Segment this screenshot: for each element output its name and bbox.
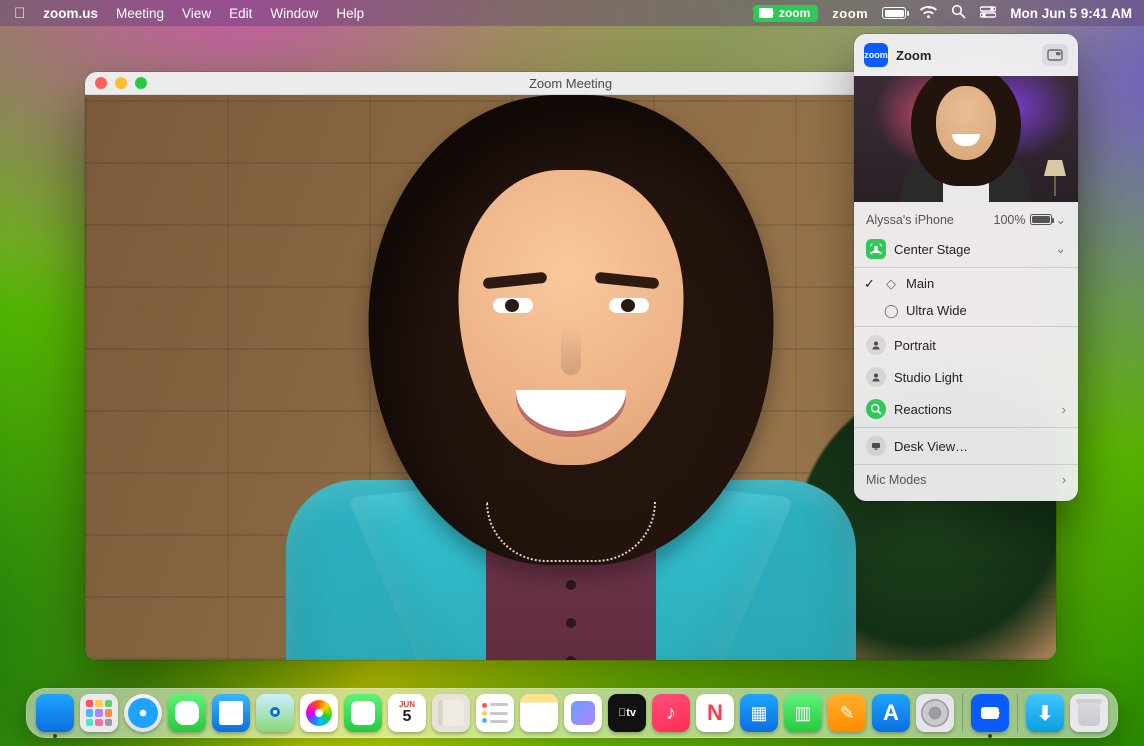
effect-portrait[interactable]: Portrait	[854, 329, 1078, 361]
dock-app-facetime[interactable]	[344, 694, 382, 732]
dock-app-maps[interactable]	[256, 694, 294, 732]
dock-app-pages[interactable]: ✎	[828, 694, 866, 732]
lens-ultrawide-label: Ultra Wide	[906, 303, 967, 318]
dock-app-tv[interactable]: tv	[608, 694, 646, 732]
chevron-right-icon: ›	[1062, 402, 1066, 417]
lens-wide-icon: ◯	[884, 303, 898, 319]
presenter-figure	[251, 95, 891, 660]
reactions-label: Reactions	[894, 402, 952, 417]
menu-app-name[interactable]: zoom.us	[43, 6, 98, 21]
camera-in-use-pill[interactable]: zoom	[753, 5, 818, 22]
center-stage-row[interactable]: Center Stage ⌄	[854, 233, 1078, 265]
dock-app-freeform[interactable]	[564, 694, 602, 732]
dock-app-launchpad[interactable]	[80, 694, 118, 732]
dock-separator	[1017, 694, 1018, 732]
menu-window[interactable]: Window	[270, 6, 318, 21]
zoom-app-icon: zoom	[864, 43, 888, 67]
menubar:  zoom.us Meeting View Edit Window Help …	[0, 0, 1144, 26]
battery-icon	[1030, 214, 1052, 225]
menu-help[interactable]: Help	[336, 6, 364, 21]
dock-separator	[962, 694, 963, 732]
dock-app-photos[interactable]	[300, 694, 338, 732]
portrait-icon	[866, 335, 886, 355]
lens-main-label: Main	[906, 276, 934, 291]
dock-app-contacts[interactable]	[432, 694, 470, 732]
control-center-icon[interactable]	[980, 6, 996, 21]
dock-app-mail[interactable]	[212, 694, 250, 732]
desk-view-icon	[866, 436, 886, 456]
dock-app-news[interactable]: N	[696, 694, 734, 732]
studio-light-icon	[866, 367, 886, 387]
dock-app-messages[interactable]	[168, 694, 206, 732]
dock: JUN5 tv ♪ N ▦ ▥ ✎ A ⬇	[26, 688, 1118, 738]
effect-studio-light[interactable]: Studio Light	[854, 361, 1078, 393]
dock-app-numbers[interactable]: ▥	[784, 694, 822, 732]
chevron-right-icon: ›	[1062, 473, 1066, 487]
studio-light-label: Studio Light	[894, 370, 963, 385]
mic-modes-label: Mic Modes	[866, 473, 926, 487]
dock-app-keynote[interactable]: ▦	[740, 694, 778, 732]
dock-stack-downloads[interactable]: ⬇	[1026, 694, 1064, 732]
popover-expand-button[interactable]	[1042, 44, 1068, 66]
zoom-menubar-extra[interactable]: zoom	[832, 6, 868, 21]
dock-trash[interactable]	[1070, 694, 1108, 732]
self-preview-figure	[886, 76, 1046, 202]
lens-option-main[interactable]: ✓ ◇ Main	[854, 270, 1078, 297]
dock-app-appstore[interactable]: A	[872, 694, 910, 732]
camera-pill-label: zoom	[779, 6, 810, 20]
desk-view-row[interactable]: Desk View…	[854, 430, 1078, 462]
dock-app-settings[interactable]	[916, 694, 954, 732]
battery-status-icon[interactable]	[882, 7, 906, 19]
menubar-clock[interactable]: Mon Jun 5 9:41 AM	[1010, 6, 1132, 21]
portrait-label: Portrait	[894, 338, 936, 353]
checkmark-icon: ✓	[864, 276, 875, 292]
popover-app-name: Zoom	[896, 48, 931, 63]
wifi-icon[interactable]	[920, 6, 937, 21]
video-camera-icon	[759, 8, 773, 18]
dock-app-music[interactable]: ♪	[652, 694, 690, 732]
center-stage-label: Center Stage	[894, 242, 971, 257]
calendar-day: 5	[403, 709, 412, 725]
dock-app-calendar[interactable]: JUN5	[388, 694, 426, 732]
mic-modes-row[interactable]: Mic Modes ›	[854, 467, 1078, 497]
menu-edit[interactable]: Edit	[229, 6, 252, 21]
lens-option-ultrawide[interactable]: ◯ Ultra Wide	[854, 297, 1078, 324]
dock-app-zoom[interactable]	[971, 694, 1009, 732]
continuity-device-row[interactable]: Alyssa's iPhone 100% ⌄	[854, 206, 1078, 233]
dock-app-notes[interactable]	[520, 694, 558, 732]
desk-view-label: Desk View…	[894, 439, 968, 454]
chevron-down-icon: ⌄	[1055, 241, 1066, 257]
menu-meeting[interactable]: Meeting	[116, 6, 164, 21]
running-indicator-dot	[988, 734, 992, 738]
chevron-down-icon: ⌄	[1056, 212, 1066, 227]
video-effects-popover: zoom Zoom Alyssa's iPhone 100% ⌄ Center …	[854, 34, 1078, 501]
apple-menu-icon[interactable]: 	[14, 5, 25, 22]
device-battery-pct: 100%	[994, 213, 1026, 227]
center-stage-icon	[866, 239, 886, 259]
running-indicator-dot	[53, 734, 57, 738]
device-name: Alyssa's iPhone	[866, 213, 954, 227]
dock-app-safari[interactable]	[124, 694, 162, 732]
lens-icon: ◇	[884, 276, 898, 292]
self-preview-thumbnail	[854, 76, 1078, 202]
reactions-icon	[866, 399, 886, 419]
menu-view[interactable]: View	[182, 6, 211, 21]
dock-app-reminders[interactable]	[476, 694, 514, 732]
dock-app-finder[interactable]	[36, 694, 74, 732]
effect-reactions[interactable]: Reactions ›	[854, 393, 1078, 425]
spotlight-search-icon[interactable]	[951, 4, 966, 22]
